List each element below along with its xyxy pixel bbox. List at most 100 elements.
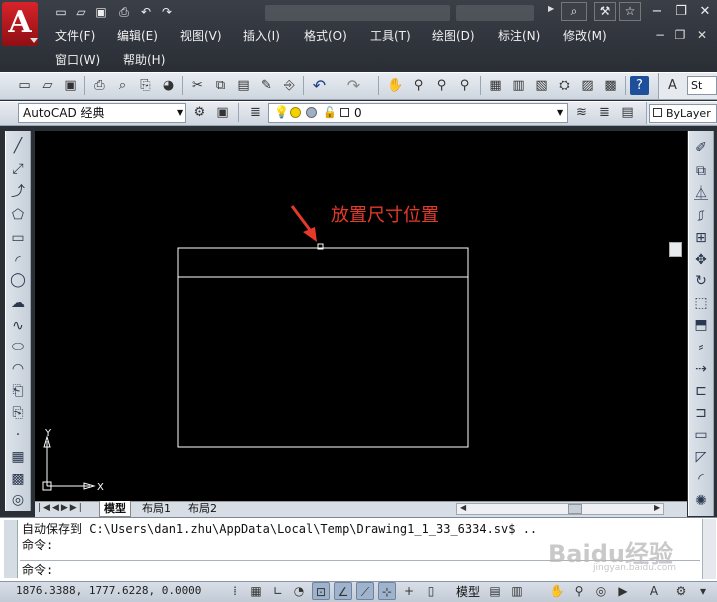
- vertical-scrollbar[interactable]: [666, 131, 685, 501]
- quick-view-layouts-icon[interactable]: ▤: [486, 582, 504, 600]
- zoom-previous-icon[interactable]: ⚲: [455, 76, 474, 95]
- print-icon[interactable]: ⎙: [115, 4, 133, 20]
- chevron-right-icon[interactable]: ▶: [548, 4, 554, 13]
- make-block-icon[interactable]: ⎘: [7, 403, 29, 424]
- tab-model[interactable]: 模型: [99, 501, 131, 517]
- block-editor-icon[interactable]: ⎆: [280, 76, 299, 95]
- search-icon[interactable]: ⌕: [561, 2, 587, 21]
- erase-icon[interactable]: ✐: [690, 138, 712, 159]
- new-file-icon[interactable]: ▭: [52, 4, 70, 20]
- osnap-tracking-icon[interactable]: ∠: [334, 582, 352, 600]
- star-icon[interactable]: ☆: [619, 2, 641, 21]
- move-icon[interactable]: ✥: [690, 250, 712, 271]
- chamfer-icon[interactable]: ◸: [690, 447, 712, 468]
- tab-layout2[interactable]: 布局2: [184, 501, 221, 517]
- layer-previous-icon[interactable]: ≣: [595, 103, 614, 122]
- text-style-icon[interactable]: A: [663, 76, 682, 95]
- drawing-canvas[interactable]: 放置尺寸位置 Y X: [35, 131, 687, 501]
- pan-status-icon[interactable]: ✋: [548, 582, 566, 600]
- model-space-toggle[interactable]: 模型: [456, 583, 480, 600]
- circle-icon[interactable]: ◯: [7, 270, 29, 291]
- doc-minimize-icon[interactable]: −: [652, 26, 668, 44]
- close-icon[interactable]: ✕: [694, 3, 716, 21]
- layer-manager-icon[interactable]: ≣: [246, 103, 265, 122]
- menu-modify[interactable]: 修改(M): [563, 26, 607, 46]
- menu-view[interactable]: 视图(V): [180, 26, 222, 46]
- join-icon[interactable]: ▭: [690, 425, 712, 446]
- steering-wheel-icon[interactable]: ◎: [592, 582, 610, 600]
- calculator-icon[interactable]: ▩: [601, 76, 620, 95]
- open-icon[interactable]: ▱: [38, 76, 57, 95]
- zoom-realtime-icon[interactable]: ⚲: [409, 76, 428, 95]
- insert-block-icon[interactable]: ⎗: [7, 381, 29, 402]
- rotate-icon[interactable]: ↻: [690, 271, 712, 292]
- zoom-window-icon[interactable]: ⚲: [432, 76, 451, 95]
- menu-insert[interactable]: 插入(I): [243, 26, 280, 46]
- vertical-scroll-thumb[interactable]: [669, 242, 682, 257]
- 3d-dwf-icon[interactable]: ◕: [159, 76, 178, 95]
- scale-icon[interactable]: ⬚: [690, 293, 712, 314]
- workspace-combo[interactable]: AutoCAD 经典 ▼: [18, 103, 186, 123]
- tab-navigation-arrows-icon[interactable]: |◀◀▶▶|: [38, 503, 84, 513]
- command-window-grip[interactable]: [4, 520, 18, 578]
- doc-close-icon[interactable]: ✕: [694, 26, 710, 44]
- snap-mode-icon[interactable]: ⁞: [226, 582, 244, 600]
- plot-preview-icon[interactable]: ⌕: [113, 76, 132, 95]
- make-current-layer-icon[interactable]: ≋: [572, 103, 591, 122]
- pan-icon[interactable]: ✋: [386, 76, 405, 95]
- user-icon[interactable]: ⚒: [594, 2, 616, 21]
- menu-edit[interactable]: 编辑(E): [117, 26, 158, 46]
- doc-restore-icon[interactable]: ❐: [672, 26, 688, 44]
- break-at-point-icon[interactable]: ⊏: [690, 381, 712, 402]
- sheet-set-icon[interactable]: ⛭: [555, 76, 574, 95]
- match-properties-icon[interactable]: ✎: [257, 76, 276, 95]
- tab-layout1[interactable]: 布局1: [138, 501, 175, 517]
- polygon-icon[interactable]: ⬠: [7, 205, 29, 226]
- markup-icon[interactable]: ▨: [578, 76, 597, 95]
- ellipse-icon[interactable]: ⬭: [7, 337, 29, 358]
- ortho-mode-icon[interactable]: ∟: [269, 582, 287, 600]
- point-icon[interactable]: ·: [7, 425, 29, 446]
- explode-icon[interactable]: ✺: [690, 491, 712, 512]
- revision-cloud-icon[interactable]: ☁: [7, 293, 29, 314]
- offset-icon[interactable]: ⎎: [690, 206, 712, 227]
- break-icon[interactable]: ⊐: [690, 403, 712, 424]
- gradient-icon[interactable]: ▩: [7, 469, 29, 490]
- menu-window[interactable]: 窗口(W): [55, 50, 100, 70]
- quick-view-drawings-icon[interactable]: ▥: [508, 582, 526, 600]
- menu-format[interactable]: 格式(O): [304, 26, 347, 46]
- tool-palettes-icon[interactable]: ▧: [532, 76, 551, 95]
- quick-properties-icon[interactable]: ▯: [422, 582, 440, 600]
- line-icon[interactable]: ╱: [7, 136, 29, 157]
- coordinate-readout[interactable]: 1876.3388, 1777.6228, 0.0000: [16, 584, 201, 597]
- polyline-icon[interactable]: ⤴: [7, 182, 29, 203]
- save-icon[interactable]: ▣: [92, 4, 110, 20]
- polar-tracking-icon[interactable]: ◔: [290, 582, 308, 600]
- horizontal-scrollbar[interactable]: [456, 503, 664, 515]
- properties-icon[interactable]: ▦: [486, 76, 505, 95]
- save-icon[interactable]: ▣: [61, 76, 80, 95]
- spline-icon[interactable]: ∿: [7, 316, 29, 337]
- menu-tools[interactable]: 工具(T): [370, 26, 411, 46]
- redo-icon[interactable]: ↷: [344, 76, 363, 95]
- grid-display-icon[interactable]: ▦: [247, 582, 265, 600]
- dynamic-input-icon[interactable]: ⊹: [378, 582, 396, 600]
- annotation-scale-icon[interactable]: A: [645, 582, 663, 600]
- plot-icon[interactable]: ⎙: [90, 76, 109, 95]
- showmotion-icon[interactable]: ▶: [614, 582, 632, 600]
- rectangle-shape[interactable]: [177, 247, 469, 448]
- scroll-left-icon[interactable]: ◀: [460, 503, 466, 512]
- copy-object-icon[interactable]: ⧉: [690, 161, 712, 182]
- horizontal-scroll-thumb[interactable]: [568, 504, 582, 514]
- design-center-icon[interactable]: ▥: [509, 76, 528, 95]
- array-icon[interactable]: ⊞: [690, 228, 712, 249]
- lock-ui-icon[interactable]: ▣: [213, 103, 232, 122]
- redo-icon[interactable]: ↷: [158, 4, 176, 20]
- stretch-icon[interactable]: ⬒: [690, 315, 712, 336]
- zoom-status-icon[interactable]: ⚲: [570, 582, 588, 600]
- construction-line-icon[interactable]: ⤢: [7, 159, 29, 180]
- object-snap-icon[interactable]: ⊡: [312, 582, 330, 600]
- region-icon[interactable]: ◎: [7, 490, 29, 511]
- menu-file[interactable]: 文件(F): [55, 26, 95, 46]
- layer-state-icon[interactable]: ▤: [618, 103, 637, 122]
